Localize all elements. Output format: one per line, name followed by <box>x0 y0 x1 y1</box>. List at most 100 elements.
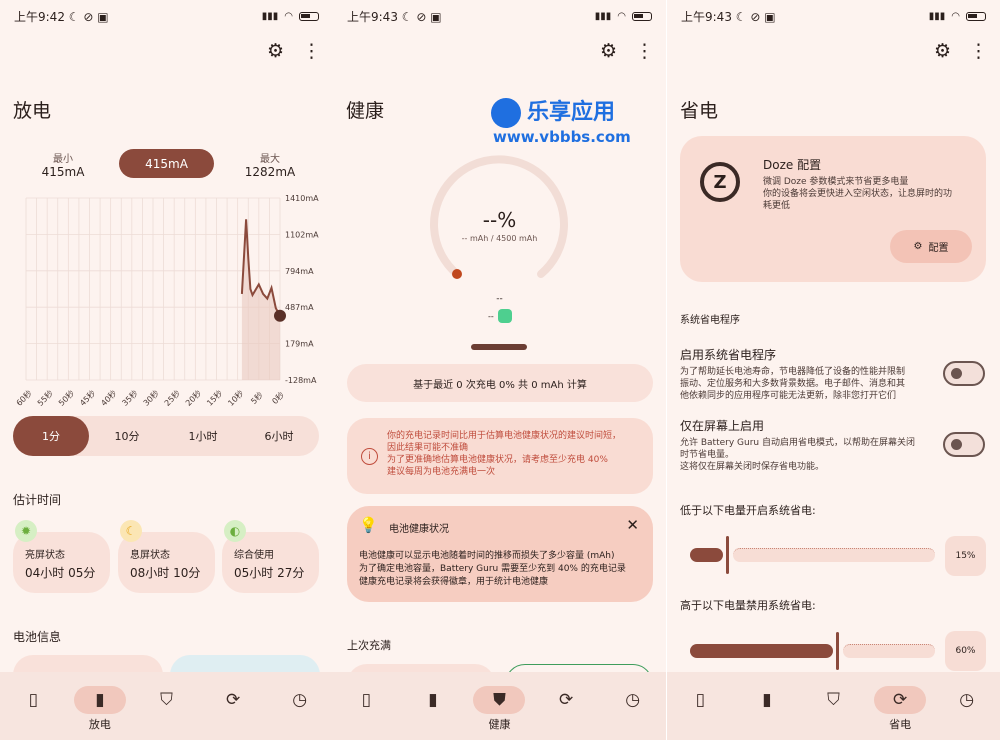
nav-power-save[interactable]: ⟳ <box>539 686 594 730</box>
signal-icon: ▮▮▮ <box>594 10 612 22</box>
alarm-clock-z-icon: Z <box>700 162 740 202</box>
slider-filled-track <box>690 548 723 562</box>
health-dash: -- <box>496 294 503 304</box>
doze-description: 微调 Doze 参数模式来节省更多电量 你的设备将会更快进入空闲状态，让息屏时的… <box>763 176 952 212</box>
more-menu-icon[interactable]: ⋮ <box>969 40 988 62</box>
combined-usage-icon: ◐ <box>224 520 246 542</box>
settings-gear-icon[interactable]: ⚙ <box>934 40 951 62</box>
battery-info-heading: 电池信息 <box>13 630 62 644</box>
lightbulb-icon: 💡 <box>359 516 378 534</box>
slider-handle[interactable] <box>726 536 729 574</box>
max-value: 1282mA <box>244 165 296 179</box>
low-threshold-slider[interactable] <box>690 535 935 575</box>
discharge-screen: 上午9:42 ☾ ⊘ ▣ ▮▮▮ ◠ ⚙ ⋮ 放电 最小 415mA 415mA … <box>0 0 333 740</box>
x-tick-label: 30秒 <box>141 388 161 408</box>
estimate-card-screen-on: ✹ 亮屏状态 04小时 05分 <box>13 520 110 593</box>
battery-icon <box>632 11 652 21</box>
warning-line: 为了更准确地估算电池健康状况，请考虑至少充电 40% <box>387 455 608 465</box>
page-title: 放电 <box>13 100 52 122</box>
nav-charging[interactable]: ▯ <box>339 686 394 730</box>
bottom-nav: ▯ ▮ ⛊ 健康 ⟳ ◷ <box>333 672 666 740</box>
bottom-nav: ▯ ▮ ⛉ ⟳ 省电 ◷ <box>667 672 1000 740</box>
x-tick-label: 60秒 <box>14 388 34 408</box>
doze-title: Doze 配置 <box>763 158 822 172</box>
warning-line: 建议每周为电池充满电一次 <box>387 467 496 477</box>
warning-line: 你的充电记录时间比用于估算电池健康状况的建议时间短， <box>387 431 622 441</box>
nav-power-save[interactable]: ⟳ 省电 <box>873 686 928 731</box>
settings-gear-icon[interactable]: ⚙ <box>267 40 284 62</box>
toggle-knob <box>951 368 962 379</box>
history-icon: ◷ <box>959 690 975 710</box>
wifi-icon: ◠ <box>951 10 960 22</box>
nav-health[interactable]: ⛊ 健康 <box>472 686 527 731</box>
nav-label: 放电 <box>88 718 111 731</box>
slider-handle[interactable] <box>836 632 839 670</box>
battery-full-icon: ▮ <box>73 686 126 714</box>
nav-health[interactable]: ⛉ <box>806 686 861 730</box>
range-6h[interactable]: 6小时 <box>241 416 317 456</box>
more-menu-icon[interactable]: ⋮ <box>302 40 321 62</box>
settings-gear-icon[interactable]: ⚙ <box>600 40 617 62</box>
x-tick-label: 55秒 <box>35 388 55 408</box>
range-10m[interactable]: 10分 <box>89 416 165 456</box>
system-saver-toggle[interactable] <box>943 361 985 386</box>
opt1-title: 启用系统省电程序 <box>680 348 777 362</box>
battery-charging-icon: ▯ <box>361 690 371 710</box>
status-glyphs: ☾ ⊘ ▣ <box>68 9 109 24</box>
nav-power-save[interactable]: ⟳ <box>206 686 261 730</box>
watermark-title: 乐享应用 <box>527 100 616 125</box>
status-bar: 上午9:42 ☾ ⊘ ▣ ▮▮▮ ◠ <box>14 7 319 25</box>
doze-config-button[interactable]: ⚙ 配置 <box>890 230 972 263</box>
shield-icon: ⛉ <box>160 690 173 710</box>
nav-history[interactable]: ◷ <box>605 686 660 730</box>
x-tick-label: 40秒 <box>99 388 119 408</box>
x-tick-label: 25秒 <box>162 388 182 408</box>
nav-discharge[interactable]: ▮ <box>405 686 460 730</box>
tip-text: 电池健康可以显示电池随着时间的推移而损失了多少容量 (mAh) 为了确定电池容量… <box>359 550 626 589</box>
max-stat: 最大 1282mA <box>244 150 296 179</box>
estimate-value: 08小时 10分 <box>130 566 201 580</box>
nav-history[interactable]: ◷ <box>939 686 994 730</box>
current-pill: 415mA <box>119 149 214 178</box>
nav-charging[interactable]: ▯ <box>673 686 728 730</box>
nav-label: 省电 <box>889 718 912 731</box>
opt1-description: 为了帮助延长电池寿命，节电器降低了设备的性能并限制 振动、定位服务和大多数背景数… <box>680 366 905 402</box>
health-badge: -- <box>488 309 512 323</box>
warning-text: 你的充电记录时间比用于估算电池健康状况的建议时间短， 因此结果可能不准确 为了更… <box>387 430 621 478</box>
estimate-heading: 估计时间 <box>13 493 62 507</box>
health-screen: 上午9:43 ☾ ⊘ ▣ ▮▮▮ ◠ ⚙ ⋮ 健康 乐享应用 www.vbbbs.… <box>333 0 666 740</box>
y-tick-label: 1410mA <box>285 194 319 203</box>
max-label: 最大 <box>260 154 280 165</box>
opt2-line: 允许 Battery Guru 自动启用省电模式，以帮助在屏幕关闭 <box>680 438 915 448</box>
bottom-nav: ▯ ▮ 放电 ⛉ ⟳ ◷ <box>0 672 333 740</box>
more-menu-icon[interactable]: ⋮ <box>635 40 654 62</box>
battery-icon <box>299 11 319 21</box>
nav-discharge[interactable]: ▮ 放电 <box>72 686 127 731</box>
nav-charging[interactable]: ▯ <box>6 686 61 730</box>
min-label: 最小 <box>53 154 73 165</box>
toggle-knob <box>951 439 962 450</box>
based-on-card: 基于最近 0 次充电 0% 共 0 mAh 计算 <box>347 364 653 402</box>
estimate-card-combined: ◐ 综合使用 05小时 27分 <box>222 520 319 593</box>
current-point <box>274 309 286 322</box>
watermark-mark-icon <box>491 98 521 128</box>
range-1h[interactable]: 1小时 <box>165 416 241 456</box>
page-title: 省电 <box>680 100 719 122</box>
nav-health[interactable]: ⛉ <box>139 686 194 730</box>
nav-history[interactable]: ◷ <box>272 686 327 730</box>
doze-line: 你的设备将会更快进入空闲状态，让息屏时的功 <box>763 189 953 199</box>
tip-line: 电池健康可以显示电池随着时间的推移而损失了多少容量 (mAh) <box>359 551 615 561</box>
wifi-icon: ◠ <box>617 10 626 22</box>
battery-full-icon: ▮ <box>428 690 438 710</box>
battery-icon <box>966 11 986 21</box>
close-icon[interactable]: ✕ <box>626 516 639 534</box>
nav-discharge[interactable]: ▮ <box>739 686 794 730</box>
x-tick-label: 15秒 <box>204 388 224 408</box>
range-1m[interactable]: 1分 <box>13 416 89 456</box>
info-icon: i <box>361 448 378 465</box>
screen-off-toggle[interactable] <box>943 432 985 457</box>
high-threshold-slider[interactable] <box>690 631 935 671</box>
nav-label: 健康 <box>488 718 511 731</box>
status-time: 上午9:43 <box>681 9 732 24</box>
gauge-knob <box>452 269 462 279</box>
